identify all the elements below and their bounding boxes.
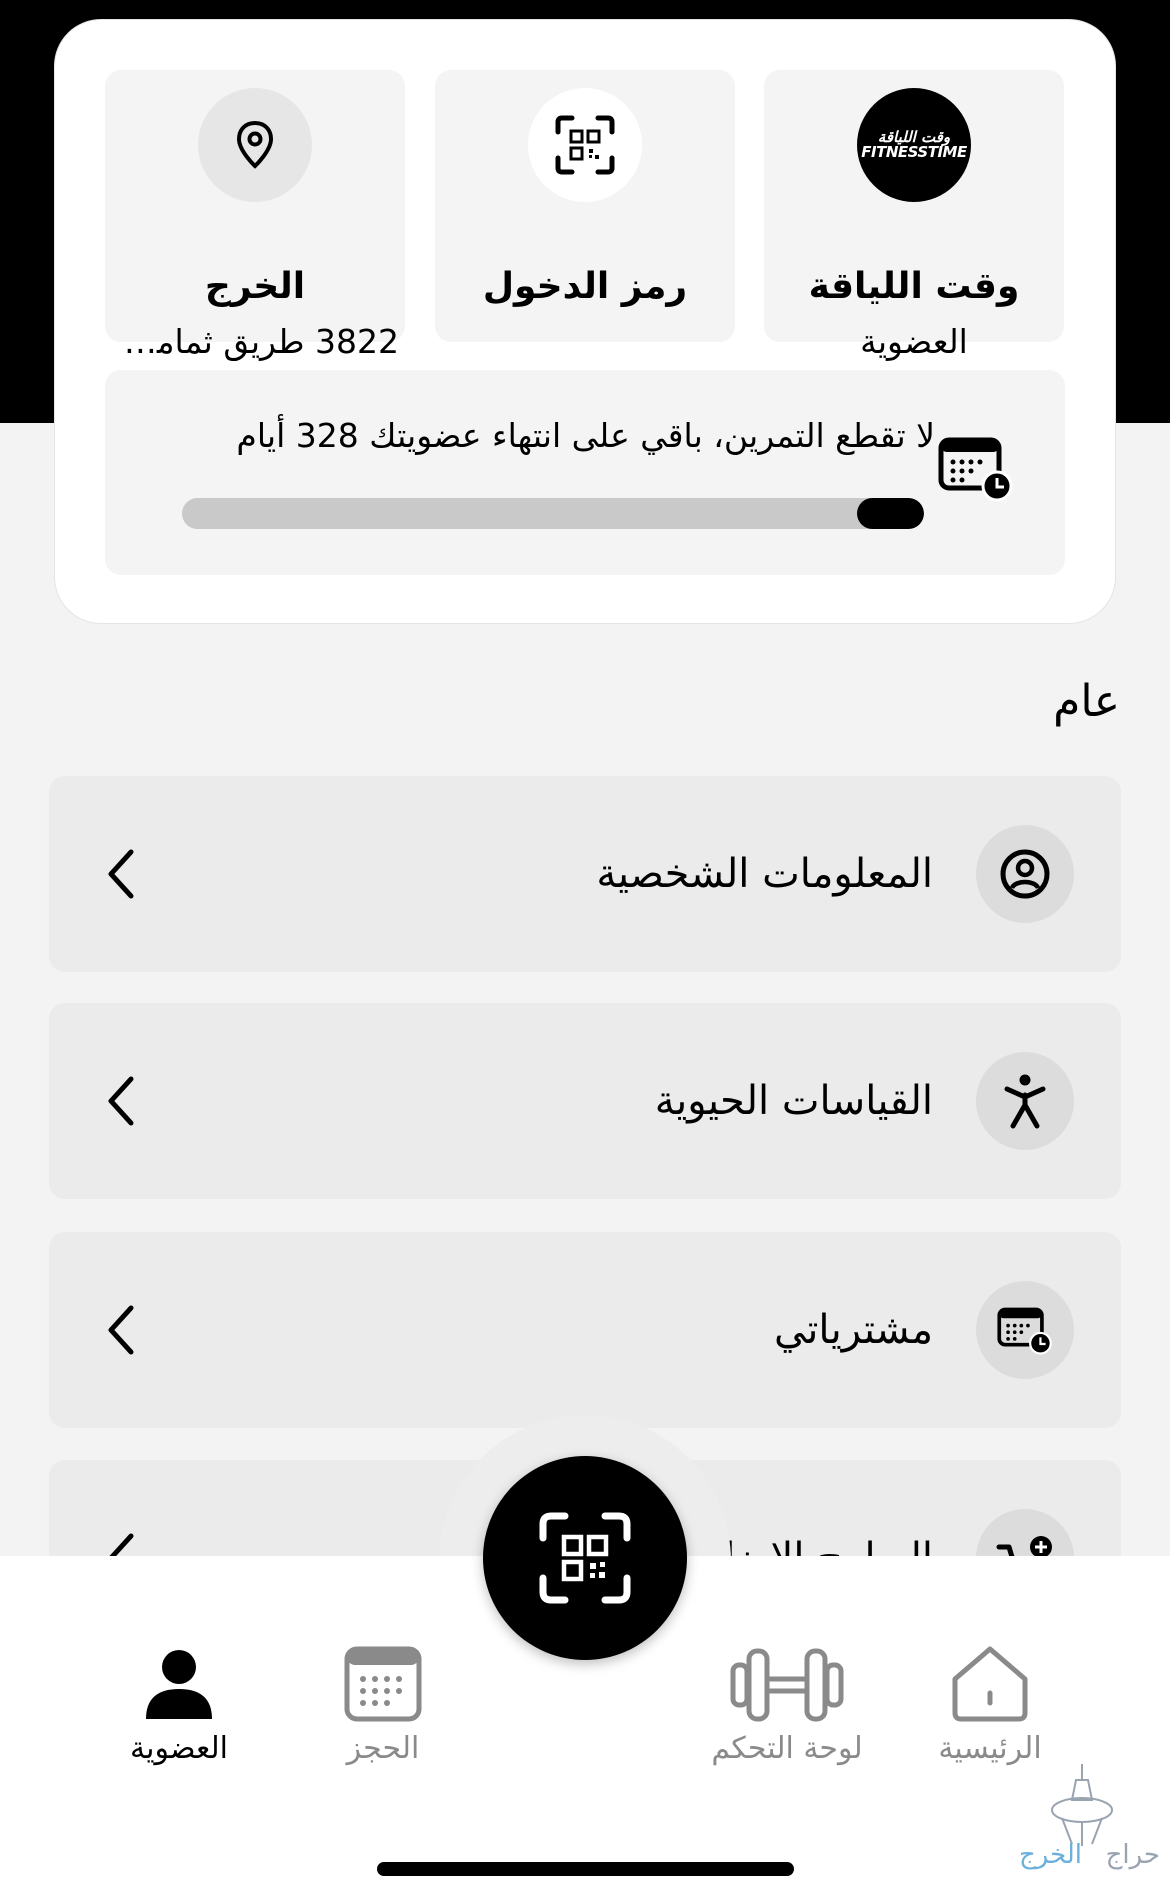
row-label: القياسات الحيوية	[654, 1078, 933, 1124]
gym-logo: وقت اللياقة FITNESSTIME	[857, 88, 971, 202]
dumbbell-icon	[730, 1648, 844, 1722]
gym-tile[interactable]: وقت اللياقة FITNESSTIME وقت اللياقة العض…	[764, 70, 1064, 361]
calendar-icon	[344, 1646, 422, 1722]
tab-home[interactable]: الرئيسية	[900, 1643, 1080, 1766]
row-personal-info[interactable]: المعلومات الشخصية	[49, 776, 1121, 972]
row-label: مشترياتي	[773, 1307, 933, 1353]
gym-logo-text: وقت اللياقة FITNESSTIME	[861, 128, 967, 161]
gym-name: وقت اللياقة	[808, 266, 1020, 307]
chevron-left-icon	[108, 1076, 134, 1126]
chevron-left-icon	[108, 849, 134, 899]
user-circle-icon	[976, 825, 1074, 923]
membership-progress: لا تقطع التمرين، باقي على انتهاء عضويتك …	[105, 370, 1065, 575]
gym-subtitle: العضوية	[860, 322, 968, 361]
map-pin-icon	[198, 88, 312, 202]
entry-code-tile[interactable]: رمز الدخول	[435, 70, 735, 342]
tab-booking-label: الحجز	[346, 1731, 420, 1766]
entry-code-title: رمز الدخول	[482, 266, 688, 307]
tab-membership-label: العضوية	[130, 1731, 228, 1766]
membership-progress-fill	[857, 498, 924, 529]
watermark-word-2: الخرج	[1018, 1840, 1082, 1870]
qr-code-icon	[528, 88, 642, 202]
qr-scan-icon	[539, 1512, 631, 1604]
section-title: عام	[1053, 676, 1120, 727]
tower-logo-icon	[1051, 1764, 1113, 1846]
home-icon	[952, 1646, 1028, 1722]
membership-remaining-text: لا تقطع التمرين، باقي على انتهاء عضويتك …	[236, 416, 935, 455]
user-icon	[146, 1650, 212, 1719]
calendar-clock-icon	[976, 1281, 1074, 1379]
home-indicator	[377, 1862, 794, 1876]
qr-scan-button[interactable]	[483, 1456, 687, 1660]
tab-dashboard-label: لوحة التحكم	[711, 1731, 863, 1766]
tab-dashboard[interactable]: لوحة التحكم	[697, 1643, 877, 1766]
body-figure-icon	[976, 1052, 1074, 1150]
calendar-clock-icon	[938, 437, 1013, 502]
tab-membership[interactable]: العضوية	[89, 1643, 269, 1766]
row-biometrics[interactable]: القياسات الحيوية	[49, 1003, 1121, 1199]
row-label: المعلومات الشخصية	[596, 851, 933, 897]
membership-card: وقت اللياقة FITNESSTIME وقت اللياقة العض…	[55, 20, 1115, 623]
watermark-word-1: حراج	[1105, 1840, 1160, 1870]
location-address: 3822 طريق ثمامة ...	[111, 322, 399, 361]
location-city: الخرج	[204, 266, 306, 307]
tab-booking[interactable]: الحجز	[293, 1643, 473, 1766]
row-purchases[interactable]: مشترياتي	[49, 1232, 1121, 1428]
watermark: الخرج حراج	[990, 1760, 1160, 1880]
membership-progress-bar	[182, 498, 924, 529]
location-tile[interactable]: الخرج 3822 طريق ثمامة ...	[105, 70, 405, 361]
chevron-left-icon	[108, 1305, 134, 1355]
